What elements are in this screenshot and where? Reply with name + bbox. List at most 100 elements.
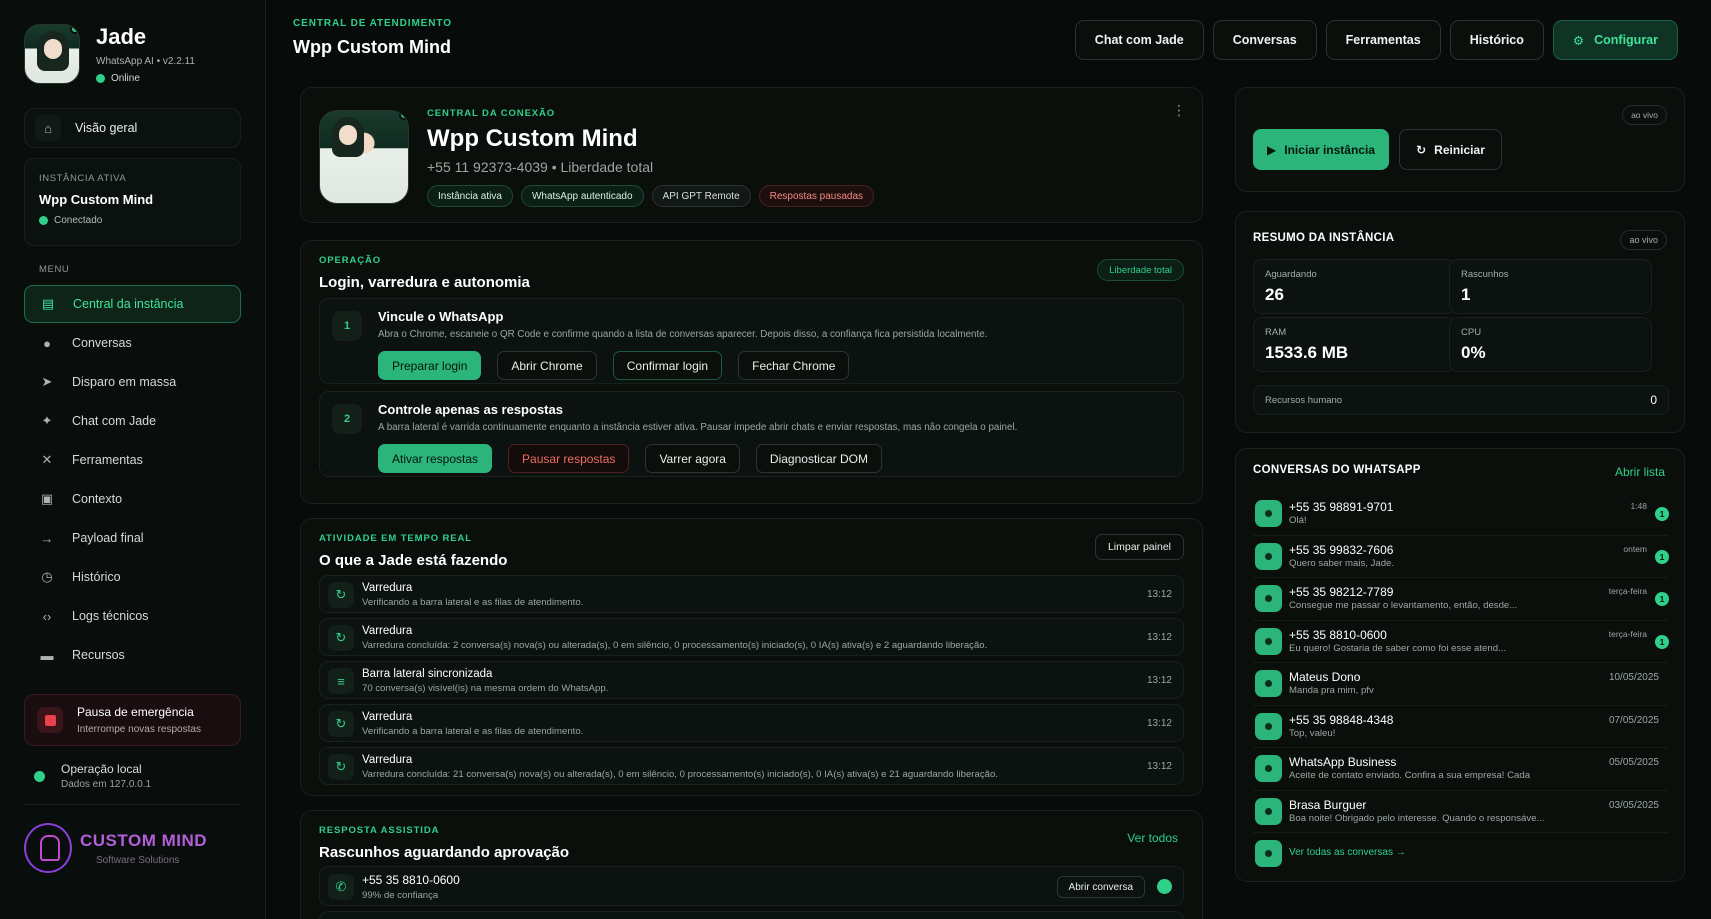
sidebar-item-disparo-em-massa[interactable]: ➤ Disparo em massa [24, 363, 241, 401]
logo-title: CUSTOM MIND [80, 830, 208, 850]
sidebar-item-conversas[interactable]: ● Conversas [24, 324, 241, 362]
conversation-item[interactable]: +55 35 99832-7606 Quero saber mais, Jade.… [1253, 536, 1669, 578]
configure-button[interactable]: ⚙ Configurar [1552, 20, 1678, 60]
refresh-icon: ↻ [1416, 142, 1427, 157]
sidebar-item-overview[interactable]: ⌂ Visão geral [24, 108, 241, 148]
open-list-link[interactable]: Abrir lista [1615, 465, 1665, 479]
page-header: CENTRAL DE ATENDIMENTO Wpp Custom Mind [293, 18, 452, 58]
nav-button-ferramentas[interactable]: Ferramentas [1325, 20, 1441, 60]
nav-button-hist-rico[interactable]: Histórico [1449, 20, 1544, 60]
contact-avatar [1255, 755, 1282, 782]
brand-status: Online [96, 73, 195, 84]
sidebar-item-chat-com-jade[interactable]: ✦ Chat com Jade [24, 402, 241, 440]
folder-icon: ▬ [40, 647, 54, 663]
conversation-item[interactable]: Brasa Burguer Boa noite! Obrigado pelo in… [1253, 791, 1669, 833]
conversation-item[interactable]: +55 35 98891-9701 Olá! 1:48 1 [1253, 493, 1669, 536]
metric-value: 0 [1650, 393, 1657, 407]
instance-summary: RESUMO DA INSTÂNCIA ao vivo Aguardando 26… [1235, 211, 1685, 433]
sidebar-item-central-da-inst-ncia[interactable]: ▤ Central da instância [24, 285, 241, 323]
confirmar-login-button[interactable]: Confirmar login [612, 351, 723, 380]
local-status-dot-icon [34, 770, 45, 782]
sparkle-icon: ✦ [41, 413, 53, 428]
logo-mark-icon [24, 823, 72, 873]
ativar-respostas-button[interactable]: Ativar respostas [378, 444, 493, 473]
conversation-item[interactable]: Mateus Dono Manda pra mim, pfv 10/05/2025 [1253, 663, 1669, 706]
status-dot-icon [96, 74, 105, 83]
conversation-item[interactable]: WhatsApp Business Aceite de contato envia… [1253, 748, 1669, 791]
conversation-item[interactable]: +55 35 98212-7789 Consegue me passar o le… [1253, 578, 1669, 621]
conversation-item[interactable]: +55 35 98848-4348 Top, valeu! 07/05/2025 [1253, 706, 1669, 748]
restart-button[interactable]: ↻ Reiniciar [1399, 129, 1502, 170]
activity-time: 13:12 [1146, 632, 1172, 643]
activity-list: ↻ Varredura Verificando a barra lateral e … [319, 575, 1184, 790]
activity-title: O que a Jade está fazendo [319, 552, 508, 569]
list-icon: ≡ [328, 668, 354, 694]
metric-value: 26 [1265, 285, 1284, 304]
refresh-icon: ↻ [328, 625, 354, 651]
online-dot [70, 25, 79, 34]
freedom-badge: Liberdade total [1097, 259, 1184, 281]
activity-title: Varredura [362, 711, 413, 723]
panel-icon: ▤ [41, 296, 55, 311]
active-instance-status-text: Conectado [54, 215, 103, 226]
activity-title: Varredura [362, 582, 413, 594]
restart-label: Reiniciar [1434, 142, 1485, 157]
diagnosticar-dom-button[interactable]: Diagnosticar DOM [755, 444, 882, 473]
sidebar: Jade WhatsApp AI • v2.2.11 Online ⌂ Visã… [0, 0, 266, 919]
conversation-preview: Manda pra mim, pfv [1289, 685, 1374, 696]
logo-subtitle: Software Solutions [96, 854, 180, 866]
step-title: Controle apenas as respostas [378, 402, 563, 417]
activity-desc: Varredura concluída: 2 conversa(s) nova(… [362, 640, 988, 651]
clear-panel-button[interactable]: Limpar painel [1094, 534, 1184, 560]
step-actions: Preparar login Abrir Chrome Confirmar logi… [378, 351, 850, 380]
more-options-icon[interactable]: ⋮ [1172, 102, 1186, 119]
metric-rascunhos: Rascunhos 1 [1449, 259, 1652, 314]
sidebar-item-ferramentas[interactable]: ✕ Ferramentas [24, 441, 241, 479]
see-all-conversations-link[interactable]: Ver todas as conversas → [1253, 833, 1669, 876]
metric-value: 1533.6 MB [1265, 343, 1349, 362]
sidebar-item-contexto[interactable]: ▣ Contexto [24, 480, 241, 518]
activity-panel: ATIVIDADE EM TEMPO REAL O que a Jade est… [300, 518, 1203, 796]
sidebar-item-hist-rico[interactable]: ◷ Histórico [24, 558, 241, 596]
sidebar-item-label: Payload final [72, 531, 144, 545]
step-desc: A barra lateral é varrida continuamente … [378, 422, 1018, 433]
conversation-preview: Eu quero! Gostaria de saber como foi ess… [1289, 642, 1507, 654]
step-number: 2 [332, 404, 362, 434]
status-badge: Instância ativa [427, 185, 513, 207]
contact-avatar [1255, 797, 1282, 825]
page-title: Wpp Custom Mind [293, 37, 451, 57]
activity-title: Barra lateral sincronizada [362, 668, 493, 680]
abrir-chrome-button[interactable]: Abrir Chrome [497, 351, 597, 380]
activity-item: ↻ Varredura Varredura concluída: 21 conver… [319, 747, 1184, 785]
draft-confidence: 99% de confiança [362, 890, 439, 901]
company-logo: CUSTOM MIND Software Solutions [24, 823, 241, 873]
menu-caption: MENU [39, 264, 70, 275]
sidebar-item-recursos[interactable]: ▬ Recursos [24, 636, 241, 674]
gear-icon: ⚙ [1572, 33, 1585, 48]
metric-value: 1 [1461, 285, 1471, 304]
document-icon: ▣ [40, 491, 54, 506]
start-instance-button[interactable]: ▶ Iniciar instância [1253, 129, 1389, 170]
emergency-pause-button[interactable]: Pausa de emergência Interrompe novas res… [24, 694, 241, 746]
conversation-name: Brasa Burguer [1289, 797, 1367, 812]
sidebar-item-logs-t-cnicos[interactable]: ‹› Logs técnicos [24, 597, 241, 635]
connection-panel: CENTRAL DA CONEXÃO Wpp Custom Mind +55 1… [300, 87, 1203, 223]
open-conversation-button[interactable]: Abrir conversa [1056, 876, 1145, 898]
conversation-time: terça-feira [1608, 586, 1647, 596]
see-all-drafts-link[interactable]: Ver todos [1127, 831, 1178, 845]
activity-item: ≡ Barra lateral sincronizada 70 conversa(s… [319, 661, 1184, 699]
nav-button-conversas[interactable]: Conversas [1212, 20, 1317, 60]
pausar-respostas-button[interactable]: Pausar respostas [508, 444, 630, 473]
operation-caption: OPERAÇÃO [319, 255, 382, 266]
refresh-icon: ↻ [328, 582, 354, 608]
whatsapp-logo-icon[interactable] [1157, 879, 1172, 894]
draft-contact: +55 35 8810-0600 [362, 873, 460, 887]
nav-button-chat-com-jade[interactable]: Chat com Jade [1074, 20, 1204, 60]
sidebar-item-payload-final[interactable]: → Payload final [24, 519, 241, 557]
preparar-login-button[interactable]: Preparar login [378, 351, 482, 380]
conversation-name: +55 35 98848-4348 [1289, 712, 1394, 727]
varrer-agora-button[interactable]: Varrer agora [645, 444, 740, 473]
fechar-chrome-button[interactable]: Fechar Chrome [738, 351, 850, 380]
sidebar-item-label: Histórico [72, 570, 121, 584]
conversation-item[interactable]: +55 35 8810-0600 Eu quero! Gostaria de sa… [1253, 621, 1669, 663]
